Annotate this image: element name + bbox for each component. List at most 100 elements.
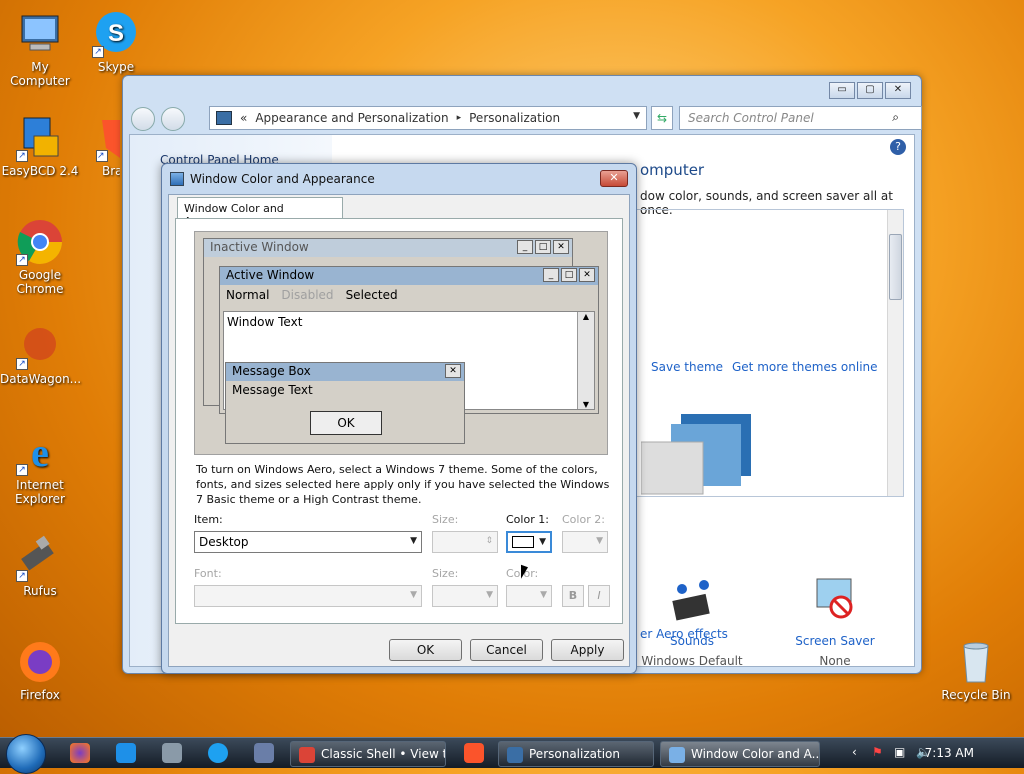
chevron-down-icon: ▼ bbox=[539, 537, 546, 547]
show-hidden-icons-chevron-icon[interactable]: ‹ bbox=[852, 745, 857, 759]
close-button[interactable]: ✕ bbox=[885, 82, 911, 99]
cancel-button[interactable]: Cancel bbox=[470, 639, 543, 661]
action-center-flag-icon[interactable]: ⚑ bbox=[872, 745, 883, 759]
app-quicklaunch-icon[interactable] bbox=[254, 743, 274, 763]
sounds-value: Windows Default bbox=[641, 654, 743, 668]
close-icon: ✕ bbox=[579, 268, 595, 282]
save-theme-link[interactable]: Save theme bbox=[651, 360, 723, 374]
themes-scrollbar[interactable] bbox=[887, 210, 903, 496]
aero-info-text: To turn on Windows Aero, select a Window… bbox=[196, 463, 610, 506]
caption-buttons: ▭ ▢ ✕ bbox=[829, 82, 911, 99]
shortcut-arrow-icon: ↗ bbox=[16, 570, 28, 582]
maximize-button[interactable]: ▢ bbox=[857, 82, 883, 99]
font-select[interactable]: ▼ bbox=[194, 585, 422, 607]
desktop-icon-internet-explorer[interactable]: e ↗ Internet Explorer bbox=[0, 428, 80, 506]
desktop-icon-recycle-bin[interactable]: Recycle Bin bbox=[936, 638, 1016, 702]
preview-scrollbar: ▲ ▼ bbox=[577, 312, 594, 409]
internet-explorer-quicklaunch-icon[interactable] bbox=[116, 743, 136, 763]
internet-explorer-icon: e ↗ bbox=[16, 428, 64, 476]
chevron-down-icon: ▼ bbox=[540, 590, 547, 600]
task-classic-shell[interactable]: Classic Shell • View t... bbox=[290, 741, 446, 767]
breadcrumb-personalization[interactable]: Personalization bbox=[469, 111, 560, 125]
tab-window-color[interactable]: Window Color and Appearance bbox=[177, 197, 343, 228]
firefox-icon bbox=[16, 638, 64, 686]
color1-picker[interactable]: ▼ bbox=[506, 531, 552, 553]
italic-button[interactable]: I bbox=[588, 585, 610, 607]
forward-button[interactable] bbox=[161, 107, 185, 131]
dialog-close-button[interactable]: ✕ bbox=[600, 170, 628, 187]
address-dropdown-icon[interactable]: ▼ bbox=[633, 111, 640, 121]
appearance-preview: Inactive Window _ □ ✕ Active Window _ □ ✕ No… bbox=[194, 231, 608, 455]
desktop-icon-easybcd[interactable]: ↗ EasyBCD 2.4 bbox=[0, 114, 80, 178]
refresh-icon[interactable]: ⇆ bbox=[651, 106, 673, 130]
breadcrumb-separator[interactable]: ▸ bbox=[457, 113, 462, 123]
window-text: Window Text bbox=[227, 315, 303, 329]
desktop-icon-rufus[interactable]: ↗ Rufus bbox=[0, 534, 80, 598]
start-button[interactable] bbox=[6, 734, 46, 774]
item-select[interactable]: Desktop ▼ bbox=[194, 531, 422, 553]
desktop-icon-my-computer[interactable]: My Computer bbox=[0, 10, 80, 88]
firefox-quicklaunch-icon[interactable] bbox=[70, 743, 90, 763]
clock[interactable]: 7:13 AM bbox=[925, 746, 974, 760]
desktop-icon-chrome[interactable]: ↗ Google Chrome bbox=[0, 218, 80, 296]
task-personalization[interactable]: Personalization bbox=[498, 741, 654, 767]
screen-saver-setting[interactable]: Screen Saver None bbox=[775, 575, 895, 668]
network-quicklaunch-icon[interactable] bbox=[162, 743, 182, 763]
message-box-title: Message Box bbox=[232, 364, 311, 378]
close-icon: ✕ bbox=[553, 240, 569, 254]
get-more-themes-link[interactable]: Get more themes online bbox=[732, 360, 878, 374]
message-box-title-bar: Message Box ✕ bbox=[226, 363, 464, 381]
aero-effects-link[interactable]: er Aero effects bbox=[640, 627, 728, 641]
message-box-preview: Message Box ✕ Message Text OK bbox=[225, 362, 465, 444]
shortcut-arrow-icon: ↗ bbox=[92, 46, 104, 58]
desktop-icon-firefox[interactable]: Firefox bbox=[0, 638, 80, 702]
desktop-icon-label: Firefox bbox=[20, 688, 60, 702]
tab-panel: Inactive Window _ □ ✕ Active Window _ □ ✕ No… bbox=[175, 218, 623, 624]
skype-quicklaunch-icon[interactable] bbox=[208, 743, 228, 763]
font-size-label: Size: bbox=[432, 567, 459, 580]
task-label: Classic Shell • View t... bbox=[321, 747, 446, 761]
network-icon[interactable]: ▣ bbox=[894, 745, 905, 759]
address-bar[interactable]: « Appearance and Personalization ▸ Perso… bbox=[209, 106, 647, 130]
taskbar: Classic Shell • View t... Personalizatio… bbox=[0, 734, 1024, 774]
search-input[interactable]: Search Control Panel bbox=[679, 106, 922, 130]
sounds-setting[interactable]: Sounds Windows Default bbox=[632, 575, 752, 668]
minimize-button[interactable]: ▭ bbox=[829, 82, 855, 99]
back-button[interactable] bbox=[131, 107, 155, 131]
task-window-color[interactable]: Window Color and A... bbox=[660, 741, 820, 767]
desktop-icon-brave[interactable]: ↗ Bra bbox=[80, 114, 120, 178]
window-color-dialog: Window Color and Appearance ✕ Window Col… bbox=[161, 163, 637, 674]
theme-thumbnail[interactable] bbox=[640, 406, 761, 496]
desktop-icon-datawagon[interactable]: ↗ DataWagon... bbox=[0, 322, 81, 386]
color-swatch bbox=[512, 536, 534, 548]
apply-button[interactable]: Apply bbox=[551, 639, 624, 661]
size-spinner[interactable]: ⇕ bbox=[432, 531, 498, 553]
message-text: Message Text bbox=[232, 383, 313, 397]
navigation-bar: « Appearance and Personalization ▸ Perso… bbox=[131, 106, 922, 132]
ok-button[interactable]: OK bbox=[389, 639, 462, 661]
scroll-up-arrow-icon: ▲ bbox=[582, 312, 590, 321]
font-color-picker[interactable]: ▼ bbox=[506, 585, 552, 607]
bold-button[interactable]: B bbox=[562, 585, 584, 607]
breadcrumb-appearance[interactable]: Appearance and Personalization bbox=[255, 111, 448, 125]
preview-menu-bar: Normal Disabled Selected bbox=[220, 285, 598, 305]
desktop-icon-label: Bra bbox=[102, 164, 120, 178]
color2-picker[interactable]: ▼ bbox=[562, 531, 608, 553]
close-icon: ✕ bbox=[445, 364, 461, 378]
font-size-select[interactable]: ▼ bbox=[432, 585, 498, 607]
screen-saver-label[interactable]: Screen Saver bbox=[775, 634, 895, 648]
brave-quicklaunch-icon[interactable] bbox=[464, 743, 484, 763]
help-icon[interactable]: ? bbox=[890, 139, 906, 155]
dialog-content: Window Color and Appearance Inactive Win… bbox=[168, 194, 630, 667]
desktop-icon-label: My Computer bbox=[10, 60, 70, 88]
scrollbar-thumb[interactable] bbox=[889, 234, 902, 300]
search-icon[interactable]: ⌕ bbox=[892, 110, 899, 125]
music-notes-icon bbox=[672, 580, 710, 621]
address-overflow-chevron[interactable]: « bbox=[240, 111, 247, 125]
task-label: Window Color and A... bbox=[691, 747, 820, 761]
control-panel-icon bbox=[507, 747, 523, 763]
chrome-icon: ↗ bbox=[16, 218, 64, 266]
size-label: Size: bbox=[432, 513, 459, 526]
mouse-cursor-icon bbox=[521, 564, 528, 582]
desktop-icon-skype[interactable]: S ↗ Skype bbox=[76, 10, 156, 74]
